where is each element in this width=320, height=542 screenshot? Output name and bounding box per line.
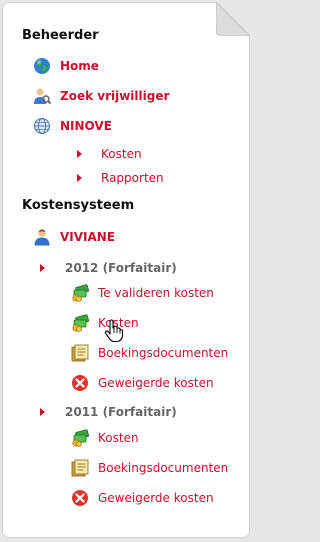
item-label-boekingsdocumenten[interactable]: Boekingsdocumenten (98, 461, 228, 475)
section-heading-kostensysteem: Kostensysteem (22, 197, 135, 213)
money-icon (71, 314, 89, 332)
item-2011-geweigerde-kosten[interactable]: Geweigerde kosten (71, 489, 214, 507)
item-label-geweigerde-kosten[interactable]: Geweigerde kosten (98, 491, 214, 505)
section-heading-beheerder: Beheerder (22, 27, 99, 43)
menu-item-viviane[interactable]: VIVIANE (33, 228, 115, 246)
menu-label-ninove[interactable]: NINOVE (60, 119, 112, 133)
item-2012-boekingsdocumenten[interactable]: Boekingsdocumenten (71, 344, 228, 362)
money-icon (71, 429, 89, 447)
submenu-label-kosten[interactable]: Kosten (101, 147, 142, 161)
menu-item-home[interactable]: Home (33, 57, 99, 75)
document-icon (71, 344, 89, 362)
caret-right-icon (40, 408, 50, 416)
item-label-te-valideren-kosten[interactable]: Te valideren kosten (98, 286, 214, 300)
submenu-item-ninove-kosten[interactable]: Kosten (77, 145, 142, 163)
caret-right-icon (77, 150, 87, 158)
navigation-panel: Beheerder Home Zoek vrijwilliger NINOVE … (2, 2, 250, 538)
web-globe-icon (33, 117, 51, 135)
caret-right-icon (77, 174, 87, 182)
item-2012-geweigerde-kosten[interactable]: Geweigerde kosten (71, 374, 214, 392)
globe-icon (33, 57, 51, 75)
menu-label-zoek-vrijwilliger[interactable]: Zoek vrijwilliger (60, 89, 169, 103)
page-curl-corner (216, 2, 250, 36)
item-2011-boekingsdocumenten[interactable]: Boekingsdocumenten (71, 459, 228, 477)
document-icon (71, 459, 89, 477)
menu-item-ninove[interactable]: NINOVE (33, 117, 112, 135)
user-search-icon (33, 87, 51, 105)
year-toggle-2012[interactable]: 2012 (Forfaitair) (40, 259, 177, 277)
submenu-label-rapporten[interactable]: Rapporten (101, 171, 164, 185)
menu-label-viviane[interactable]: VIVIANE (60, 230, 115, 244)
money-icon (71, 284, 89, 302)
hand-cursor-icon (104, 319, 124, 343)
reject-icon (71, 489, 89, 507)
item-2011-kosten[interactable]: Kosten (71, 429, 139, 447)
year-label-2012[interactable]: 2012 (Forfaitair) (65, 261, 177, 275)
year-label-2011[interactable]: 2011 (Forfaitair) (65, 405, 177, 419)
menu-item-zoek-vrijwilliger[interactable]: Zoek vrijwilliger (33, 87, 169, 105)
item-label-boekingsdocumenten[interactable]: Boekingsdocumenten (98, 346, 228, 360)
item-2012-te-valideren-kosten[interactable]: Te valideren kosten (71, 284, 214, 302)
reject-icon (71, 374, 89, 392)
item-label-kosten[interactable]: Kosten (98, 431, 139, 445)
year-toggle-2011[interactable]: 2011 (Forfaitair) (40, 403, 177, 421)
user-icon (33, 228, 51, 246)
caret-right-icon (40, 264, 50, 272)
submenu-item-ninove-rapporten[interactable]: Rapporten (77, 169, 164, 187)
item-label-geweigerde-kosten[interactable]: Geweigerde kosten (98, 376, 214, 390)
menu-label-home[interactable]: Home (60, 59, 99, 73)
